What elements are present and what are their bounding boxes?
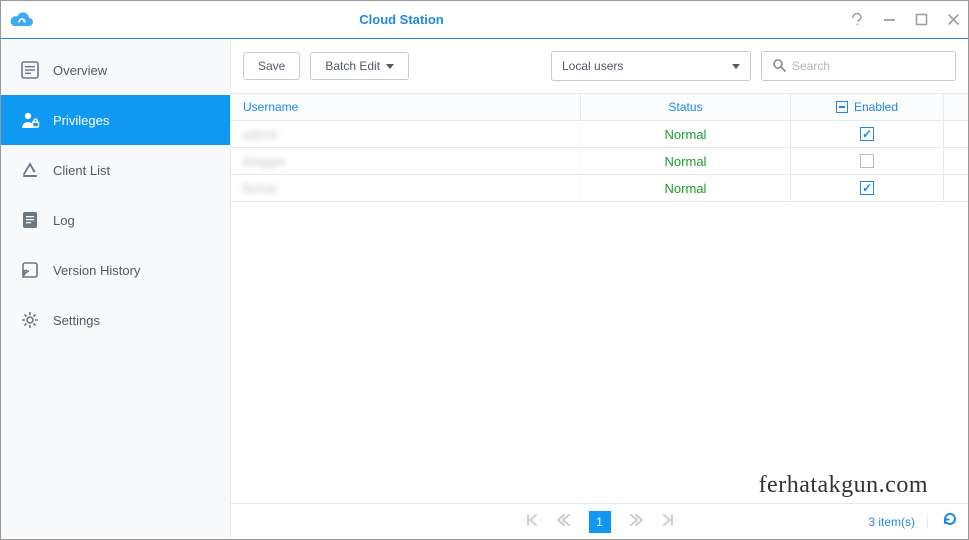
sidebar-item-label: Settings (53, 313, 100, 328)
paginator: 1 3 item(s) (231, 503, 968, 539)
sidebar-item-label: Version History (53, 263, 140, 278)
search-box (761, 51, 956, 81)
sidebar-item-log[interactable]: Log (1, 195, 230, 245)
window-title: Cloud Station (0, 12, 850, 27)
sidebar-item-settings[interactable]: Settings (1, 295, 230, 345)
minimize-icon[interactable] (882, 13, 896, 27)
enabled-checkbox[interactable] (860, 181, 874, 195)
current-page[interactable]: 1 (589, 511, 611, 533)
content-area: Save Batch Edit Local users Username Sta… (231, 39, 968, 539)
cell-enabled (791, 175, 944, 201)
client-list-icon (19, 159, 41, 181)
cell-username: ferhat (231, 175, 581, 201)
sidebar-item-label: Overview (53, 63, 107, 78)
table-row[interactable]: admin Normal (231, 121, 968, 148)
cell-status: Normal (581, 148, 791, 174)
refresh-icon[interactable] (942, 511, 958, 532)
batch-edit-button[interactable]: Batch Edit (310, 52, 409, 80)
table-row[interactable]: blogger Normal (231, 148, 968, 175)
overview-icon (19, 59, 41, 81)
cell-username: admin (231, 121, 581, 147)
log-icon (19, 209, 41, 231)
cell-enabled (791, 121, 944, 147)
column-enabled-label: Enabled (854, 100, 898, 114)
sidebar-item-overview[interactable]: Overview (1, 45, 230, 95)
user-table: Username Status Enabled admin Normal blo… (231, 93, 968, 503)
last-page-icon[interactable] (661, 513, 675, 531)
window-controls (850, 13, 960, 27)
help-icon[interactable] (850, 13, 864, 27)
chevron-down-icon (386, 64, 394, 69)
sidebar-item-version-history[interactable]: Version History (1, 245, 230, 295)
next-page-icon[interactable] (629, 513, 643, 531)
user-type-selected: Local users (562, 59, 623, 73)
batch-edit-label: Batch Edit (325, 59, 380, 73)
maximize-icon[interactable] (914, 13, 928, 27)
version-history-icon (19, 259, 41, 281)
privileges-icon (19, 109, 41, 131)
sidebar-item-label: Client List (53, 163, 110, 178)
save-button[interactable]: Save (243, 52, 300, 80)
cell-status: Normal (581, 121, 791, 147)
item-count: 3 item(s) (868, 515, 928, 529)
user-type-select[interactable]: Local users (551, 51, 751, 81)
column-username[interactable]: Username (231, 94, 581, 120)
cell-username: blogger (231, 148, 581, 174)
sidebar-item-privileges[interactable]: Privileges (1, 95, 230, 145)
close-icon[interactable] (946, 13, 960, 27)
prev-page-icon[interactable] (557, 513, 571, 531)
title-bar: Cloud Station (1, 1, 968, 39)
sidebar-item-label: Privileges (53, 113, 109, 128)
tristate-icon (836, 101, 848, 113)
cell-status: Normal (581, 175, 791, 201)
cell-enabled (791, 148, 944, 174)
sidebar-item-label: Log (53, 213, 75, 228)
search-input[interactable] (792, 59, 947, 73)
toolbar: Save Batch Edit Local users (231, 39, 968, 93)
enabled-checkbox[interactable] (860, 127, 874, 141)
column-enabled[interactable]: Enabled (791, 94, 944, 120)
sidebar: Overview Privileges Client List Log Vers… (1, 39, 231, 539)
table-row[interactable]: ferhat Normal (231, 175, 968, 202)
first-page-icon[interactable] (525, 513, 539, 531)
enabled-checkbox[interactable] (860, 154, 874, 168)
table-header: Username Status Enabled (231, 94, 968, 121)
sidebar-item-client-list[interactable]: Client List (1, 145, 230, 195)
chevron-down-icon (732, 64, 740, 69)
settings-icon (19, 309, 41, 331)
search-icon (772, 58, 786, 75)
column-status[interactable]: Status (581, 94, 791, 120)
